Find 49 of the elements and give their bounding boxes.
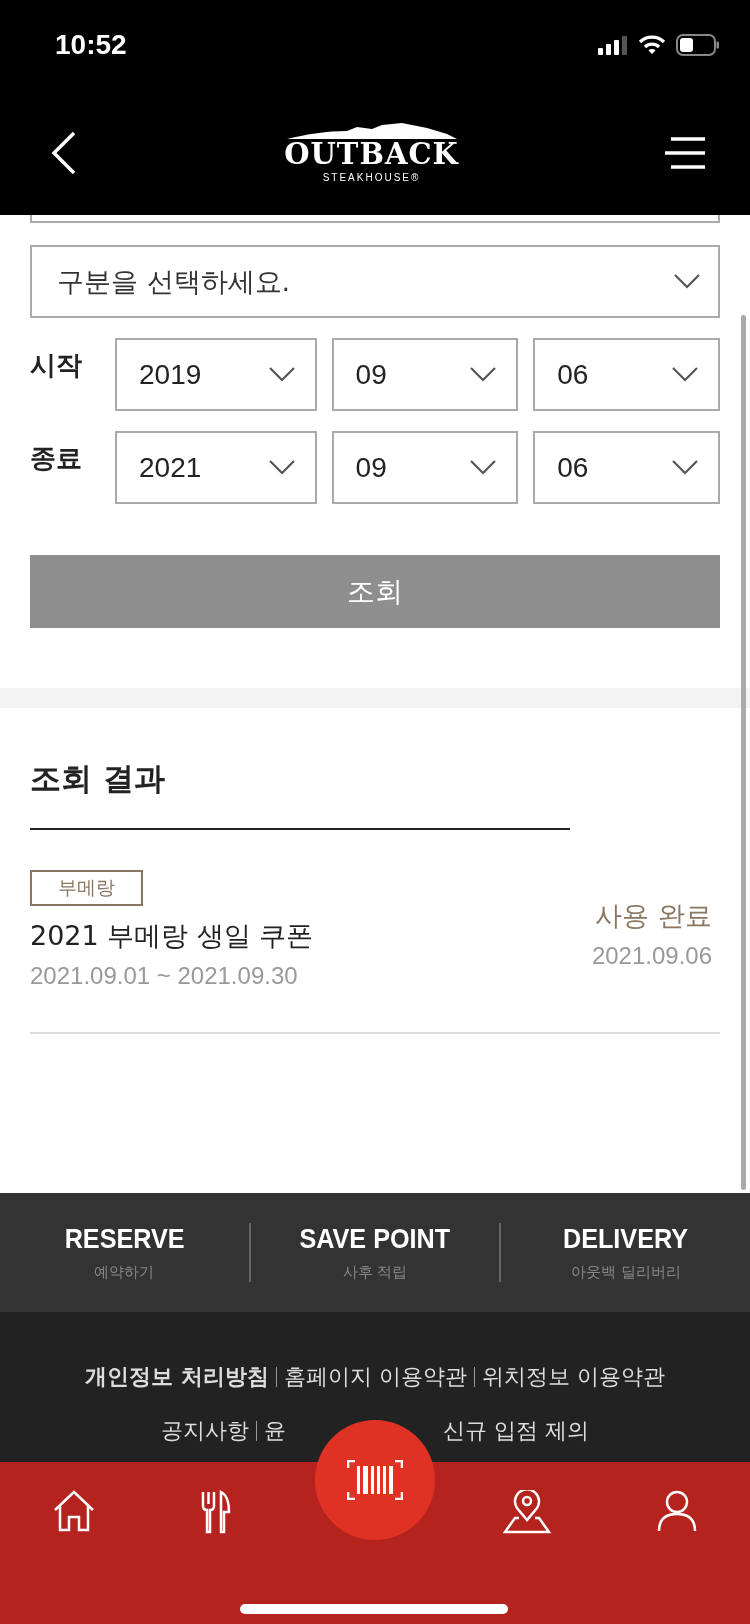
- chevron-down-icon: [470, 460, 497, 475]
- status-time: 10:52: [55, 29, 127, 61]
- wifi-icon: [638, 35, 666, 55]
- home-icon[interactable]: [53, 1490, 95, 1532]
- date-dropdown[interactable]: 06: [533, 431, 720, 504]
- date-dropdown[interactable]: 2021: [115, 431, 317, 504]
- usage-date: 2021.09.06: [591, 942, 712, 970]
- fork-knife-icon[interactable]: [201, 1490, 231, 1534]
- menu-icon[interactable]: [665, 136, 705, 169]
- date-label: 시작: [30, 349, 83, 382]
- usage-status: 사용 완료: [595, 899, 712, 933]
- date-dropdown[interactable]: 09: [331, 431, 519, 504]
- logo-text: OUTBACK: [284, 140, 459, 169]
- quick-link[interactable]: SAVE POINT: [299, 1223, 451, 1255]
- coupon-period: 2021.09.01 ~ 2021.09.30: [30, 962, 298, 990]
- footer-link[interactable]: 개인정보 처리방침: [85, 1362, 269, 1392]
- back-icon[interactable]: [50, 130, 78, 175]
- category-dropdown[interactable]: 구분을 선택하세요.: [30, 245, 720, 318]
- coupon-title: 2021 부메랑 생일 쿠폰: [30, 919, 314, 953]
- footer-link[interactable]: 공지사항: [161, 1416, 249, 1446]
- chevron-down-icon: [470, 367, 497, 382]
- quick-link[interactable]: RESERVE: [64, 1223, 185, 1255]
- mountain-icon: [286, 122, 457, 140]
- quick-link-subtitle: 예약하기: [94, 1263, 155, 1282]
- date-dropdown[interactable]: 06: [533, 338, 720, 411]
- chevron-down-icon: [672, 460, 698, 475]
- coupon-tag: 부메랑: [30, 870, 143, 906]
- quick-link-subtitle: 사후 적립: [342, 1263, 408, 1282]
- date-label: 종료: [30, 442, 83, 475]
- section-title: 조회 결과: [30, 759, 166, 798]
- date-dropdown[interactable]: 09: [331, 338, 519, 411]
- chevron-down-icon: [268, 367, 295, 382]
- map-pin-icon[interactable]: [503, 1490, 551, 1534]
- date-dropdown[interactable]: 2019: [115, 338, 317, 411]
- footer-link[interactable]: 홈페이지 이용약관: [283, 1362, 467, 1392]
- barcode-icon: [347, 1460, 403, 1500]
- logo-subtitle: STEAKHOUSE®: [322, 172, 421, 183]
- chevron-down-icon: [672, 367, 698, 382]
- input-field[interactable]: [30, 215, 720, 223]
- person-icon[interactable]: [657, 1490, 697, 1532]
- chevron-down-icon: [268, 460, 295, 475]
- chevron-down-icon: [674, 274, 700, 289]
- footer-link[interactable]: 신규 입점 제의: [443, 1416, 589, 1446]
- footer-link[interactable]: 위치정보 이용약관: [481, 1362, 665, 1392]
- quick-link[interactable]: DELIVERY: [563, 1223, 689, 1255]
- quick-link-subtitle: 아웃백 딜리버리: [570, 1263, 681, 1282]
- signal-icon: [598, 35, 628, 55]
- footer-link[interactable]: 윤: [264, 1416, 286, 1446]
- battery-icon: [676, 34, 720, 56]
